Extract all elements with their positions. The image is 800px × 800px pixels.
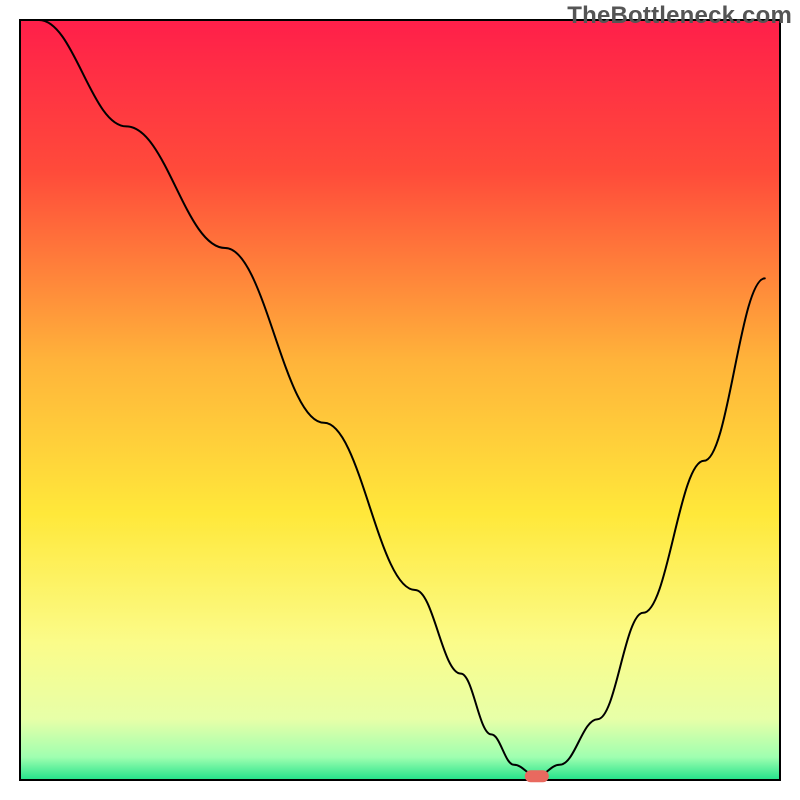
watermark-label: TheBottleneck.com — [567, 2, 792, 30]
bottleneck-chart — [0, 0, 800, 800]
plot-background — [20, 20, 780, 780]
optimum-marker — [525, 770, 549, 782]
chart-container: TheBottleneck.com — [0, 0, 800, 800]
